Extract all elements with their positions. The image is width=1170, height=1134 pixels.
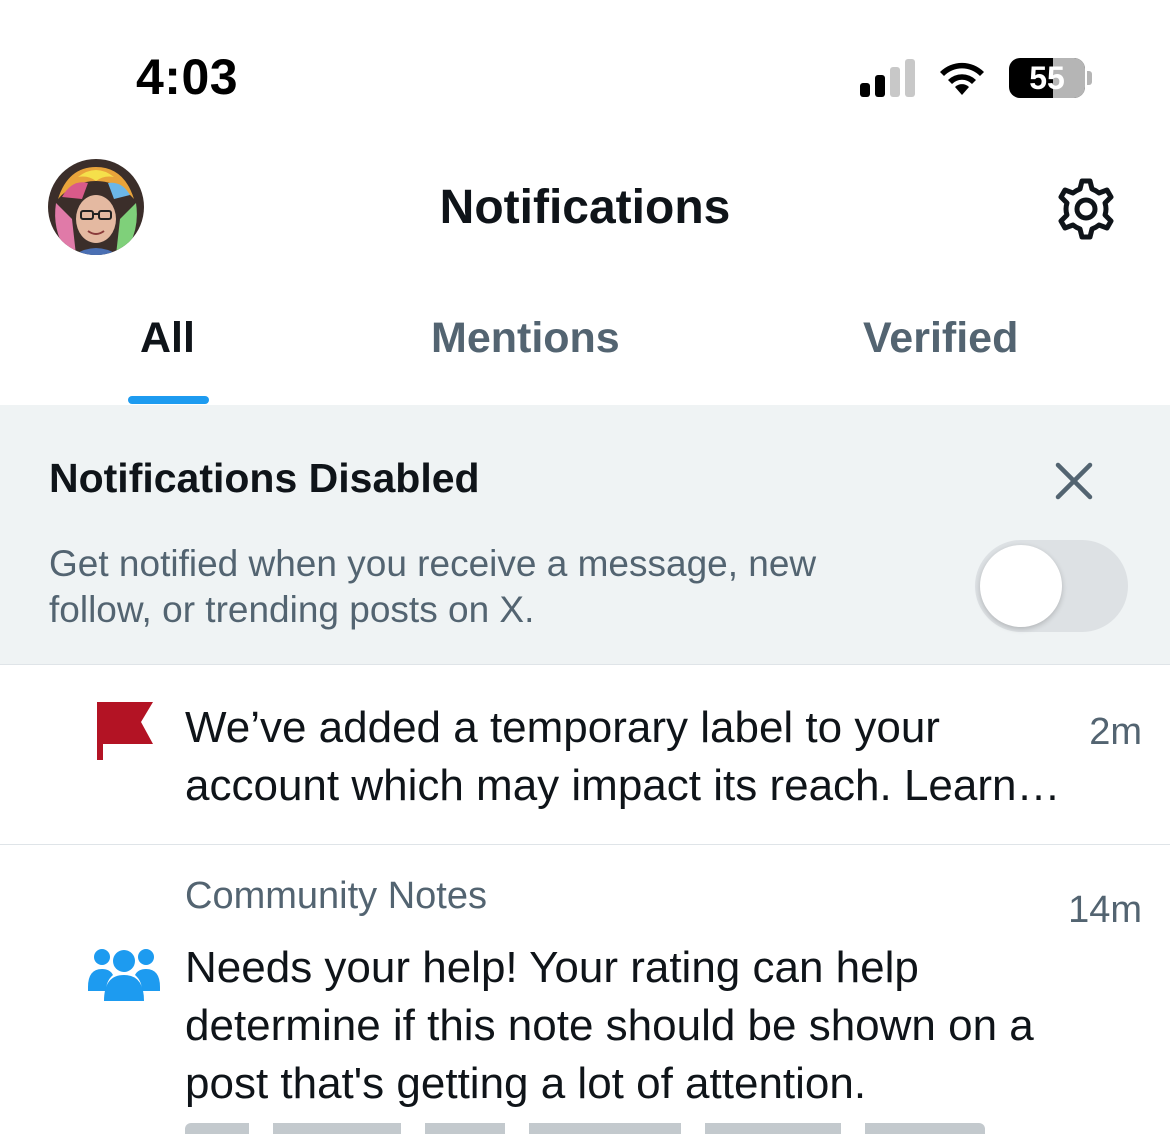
toggle-knob: [980, 545, 1062, 627]
notification-item[interactable]: We’ve added a temporary label to your ac…: [0, 665, 1170, 845]
battery-icon: 55: [1009, 58, 1085, 98]
notification-time: 2m: [1089, 711, 1142, 753]
status-bar: 4:03 55: [0, 0, 1170, 140]
notification-text: We’ve added a temporary label to your ac…: [185, 703, 1061, 810]
gear-icon: [1058, 178, 1114, 240]
enable-notifications-toggle[interactable]: [975, 540, 1128, 632]
tab-verified[interactable]: Verified: [863, 314, 1018, 363]
app-header: Notifications: [0, 150, 1170, 265]
wifi-icon: [940, 62, 984, 95]
banner-close-button[interactable]: [1048, 455, 1100, 507]
notification-tabs: All Mentions Verified: [0, 290, 1170, 405]
status-time: 4:03: [136, 49, 239, 105]
cellular-signal-icon: [860, 59, 915, 97]
flag-icon: [97, 702, 153, 760]
battery-level: 55: [1029, 59, 1065, 96]
banner-description: Get notified when you receive a message,…: [49, 543, 817, 630]
active-tab-indicator: [128, 396, 209, 404]
tab-all[interactable]: All: [140, 314, 195, 363]
notification-time: 14m: [1068, 889, 1142, 931]
status-indicators: 55: [860, 56, 1092, 100]
notification-item[interactable]: Community Notes 14m Needs your help! You…: [0, 845, 1170, 1134]
notification-more-text: [185, 1121, 985, 1134]
notifications-disabled-banner: Notifications Disabled Get notified when…: [0, 405, 1170, 665]
notification-source: Community Notes: [185, 875, 487, 917]
settings-button[interactable]: [1050, 173, 1122, 245]
notification-text: Needs your help! Your rating can help de…: [185, 943, 1034, 1108]
people-icon: [88, 949, 160, 1001]
tab-mentions[interactable]: Mentions: [431, 314, 620, 363]
page-title: Notifications: [439, 181, 731, 234]
close-icon: [1055, 462, 1093, 500]
banner-title: Notifications Disabled: [49, 455, 480, 501]
